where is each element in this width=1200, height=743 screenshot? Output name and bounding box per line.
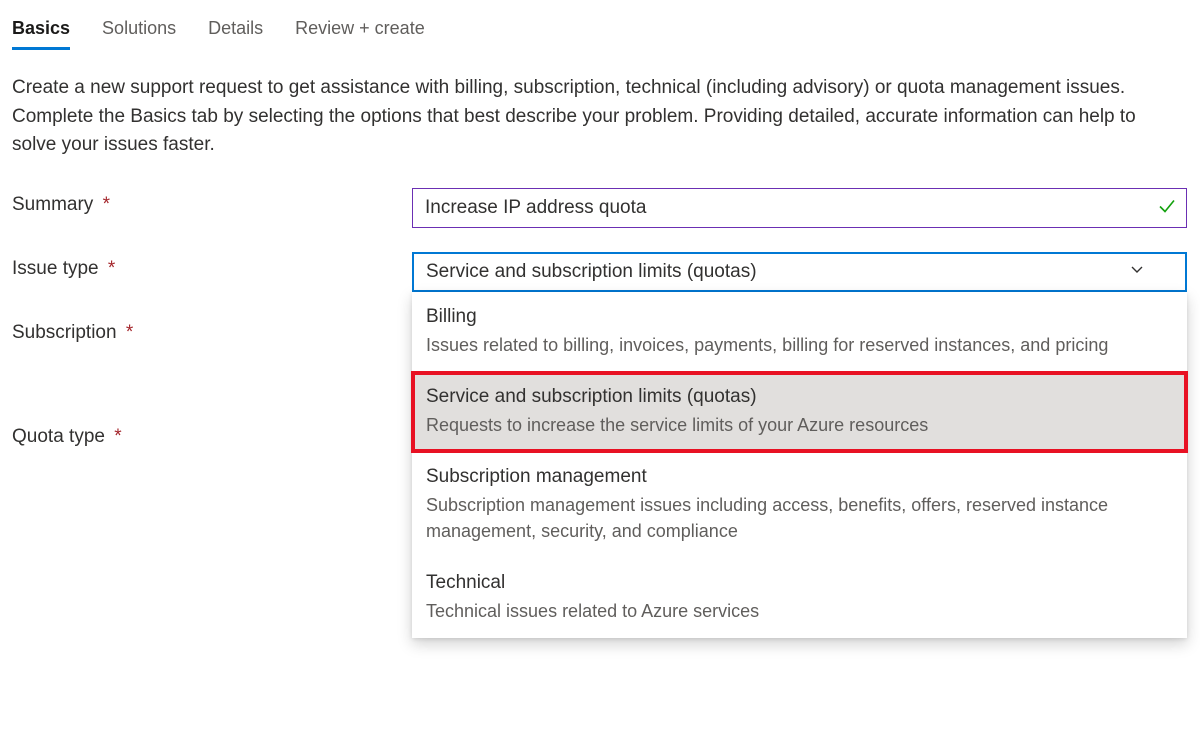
option-desc: Issues related to billing, invoices, pay… (426, 332, 1173, 358)
option-title: Technical (426, 572, 1173, 594)
option-technical[interactable]: Technical Technical issues related to Az… (412, 558, 1187, 638)
option-desc: Technical issues related to Azure servic… (426, 598, 1173, 624)
tab-solutions[interactable]: Solutions (102, 12, 176, 49)
label-summary-text: Summary (12, 194, 93, 215)
option-subscription-management[interactable]: Subscription management Subscription man… (412, 452, 1187, 558)
option-title: Billing (426, 306, 1173, 328)
tab-details[interactable]: Details (208, 12, 263, 49)
intro-line-2: Complete the Basics tab by selecting the… (12, 106, 1136, 156)
label-summary: Summary * (12, 188, 412, 216)
required-marker: * (103, 194, 110, 215)
tab-basics[interactable]: Basics (12, 12, 70, 49)
intro-text: Create a new support request to get assi… (12, 74, 1182, 160)
issue-type-select-wrap: Service and subscription limits (quotas)… (412, 252, 1187, 292)
option-billing[interactable]: Billing Issues related to billing, invoi… (412, 292, 1187, 372)
issue-type-selected-value: Service and subscription limits (quotas) (426, 261, 757, 283)
label-subscription: Subscription * (12, 316, 412, 344)
label-subscription-text: Subscription (12, 322, 117, 343)
option-title: Subscription management (426, 466, 1173, 488)
summary-input[interactable] (412, 188, 1187, 228)
row-summary: Summary * (12, 188, 1188, 228)
intro-line-1: Create a new support request to get assi… (12, 77, 1125, 98)
chevron-down-icon (1129, 261, 1145, 283)
tab-review-create[interactable]: Review + create (295, 12, 425, 49)
label-issue-type: Issue type * (12, 252, 412, 280)
required-marker: * (126, 322, 133, 343)
label-issue-type-text: Issue type (12, 258, 99, 279)
required-marker: * (114, 426, 121, 447)
option-title: Service and subscription limits (quotas) (426, 386, 1173, 408)
option-desc: Subscription management issues including… (426, 492, 1173, 544)
row-issue-type: Issue type * Service and subscription li… (12, 252, 1188, 292)
label-quota-type-text: Quota type (12, 426, 105, 447)
tab-bar: Basics Solutions Details Review + create (12, 12, 1188, 50)
option-service-limits[interactable]: Service and subscription limits (quotas)… (412, 372, 1187, 452)
issue-type-dropdown: Billing Issues related to billing, invoi… (412, 292, 1187, 638)
required-marker: * (108, 258, 115, 279)
label-quota-type: Quota type * (12, 420, 412, 448)
issue-type-select[interactable]: Service and subscription limits (quotas) (412, 252, 1187, 292)
option-desc: Requests to increase the service limits … (426, 412, 1173, 438)
summary-input-wrap (412, 188, 1187, 228)
